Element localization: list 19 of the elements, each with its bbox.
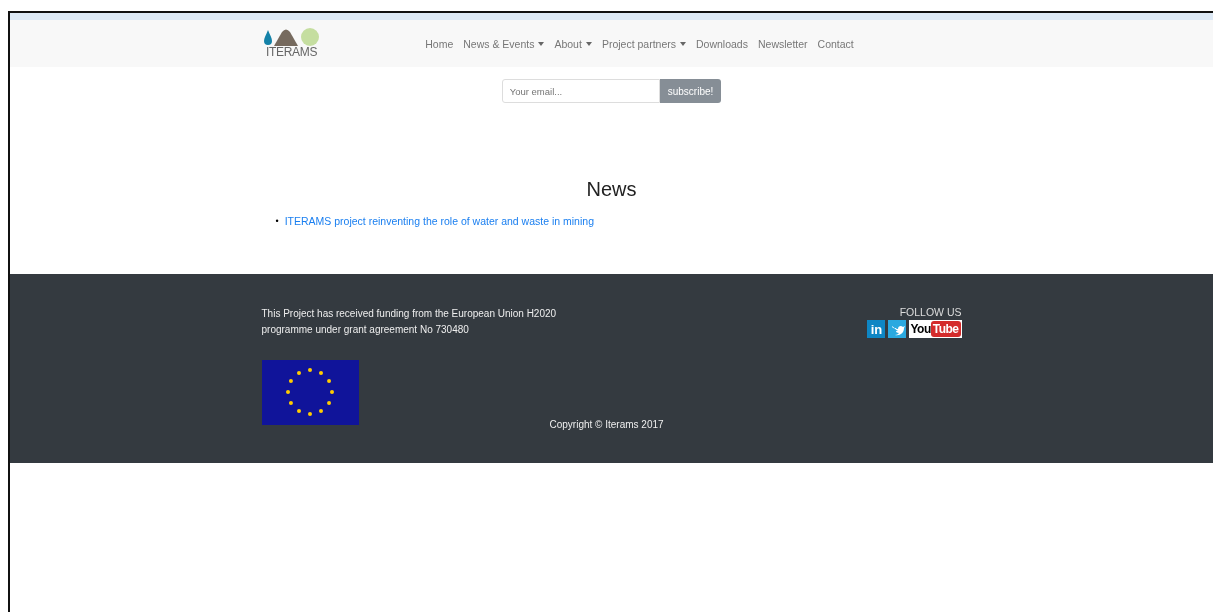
linkedin-icon[interactable]: in (867, 320, 886, 338)
youtube-logo[interactable]: You Tube (909, 320, 962, 338)
news-heading: News (585, 178, 638, 201)
follow-heading: FOLLOW US (899, 306, 962, 318)
nav-link[interactable]: Contact (817, 37, 854, 50)
nav-link[interactable]: About (554, 37, 592, 50)
nav-link[interactable]: Newsletter (757, 37, 808, 50)
bullet: • (275, 216, 279, 226)
subscribe-button[interactable]: subscribe! (659, 79, 722, 103)
bird-icon[interactable] (888, 320, 907, 338)
nav-link[interactable]: News & Events (463, 37, 545, 50)
nav-link[interactable]: Downloads (696, 37, 748, 50)
email-field[interactable]: Your email... (501, 79, 660, 103)
funding-text: This Project has received funding from the European Union H2020 programme under grant agreement No 730480 (261, 307, 558, 337)
nav-link[interactable]: Home (425, 37, 454, 50)
nav-link[interactable]: Project partners (601, 37, 686, 50)
copyright-text: Copyright © Iterams 2017 (549, 419, 664, 430)
logo[interactable]: ITERAMS (261, 28, 322, 59)
news-link[interactable]: ITERAMS project reinventing the role of water and waste in mining (284, 215, 594, 227)
